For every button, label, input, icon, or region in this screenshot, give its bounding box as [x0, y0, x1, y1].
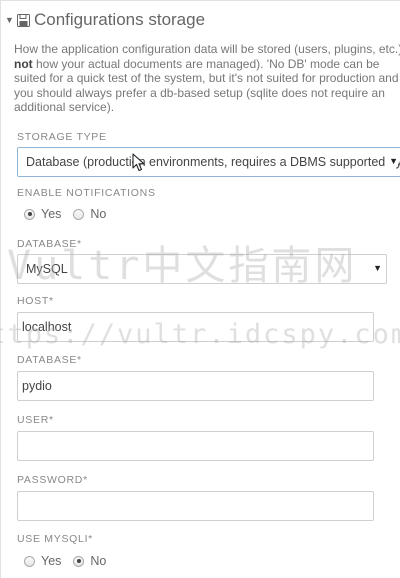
configurations-storage-panel: ▼ Configurations storage How the applica… — [0, 0, 400, 578]
notifications-yes-radio[interactable] — [24, 208, 35, 220]
notifications-no-label[interactable]: No — [90, 207, 106, 221]
save-icon — [17, 13, 30, 27]
chevron-down-icon: ▼ — [387, 156, 398, 166]
mysqli-yes-radio[interactable] — [24, 555, 35, 567]
password-label: PASSWORD* — [17, 474, 88, 486]
mysqli-no-radio[interactable] — [73, 555, 85, 567]
database-name-label: DATABASE* — [17, 354, 82, 366]
chevron-down-icon: ▼ — [371, 263, 382, 273]
database-type-label: DATABASE* — [17, 238, 82, 250]
use-mysqli-radio-group: Yes No — [24, 554, 118, 568]
section-title: Configurations storage — [34, 10, 206, 29]
database-type-value: MySQL — [26, 262, 68, 276]
enable-notifications-label: ENABLE NOTIFICATIONS — [17, 187, 156, 199]
host-label: HOST* — [17, 295, 54, 307]
mouse-cursor-icon — [132, 153, 145, 172]
notifications-no-radio[interactable] — [73, 208, 85, 220]
mysqli-no-label[interactable]: No — [90, 554, 106, 568]
host-input[interactable]: localhost — [17, 312, 374, 342]
host-value: localhost — [22, 320, 72, 334]
mysqli-yes-label[interactable]: Yes — [41, 554, 61, 568]
database-name-input[interactable]: pydio — [17, 371, 374, 401]
notifications-yes-label[interactable]: Yes — [41, 207, 61, 221]
database-type-select[interactable]: MySQL ▼ — [17, 254, 387, 284]
section-header[interactable]: ▼ Configurations storage — [5, 9, 205, 31]
user-label: USER* — [17, 414, 54, 426]
database-name-value: pydio — [22, 379, 52, 393]
storage-type-select[interactable]: Database (production environments, requi… — [17, 147, 400, 177]
storage-type-label: STORAGE TYPE — [17, 131, 107, 143]
section-description: How the application configuration data w… — [14, 42, 400, 115]
password-input[interactable] — [17, 491, 374, 521]
user-input[interactable] — [17, 431, 374, 461]
caret-down-icon[interactable]: ▼ — [5, 15, 14, 25]
enable-notifications-radio-group: Yes No — [24, 207, 118, 221]
use-mysqli-label: USE MYSQLI* — [17, 533, 93, 545]
storage-type-value: Database (production environments, requi… — [26, 155, 400, 169]
